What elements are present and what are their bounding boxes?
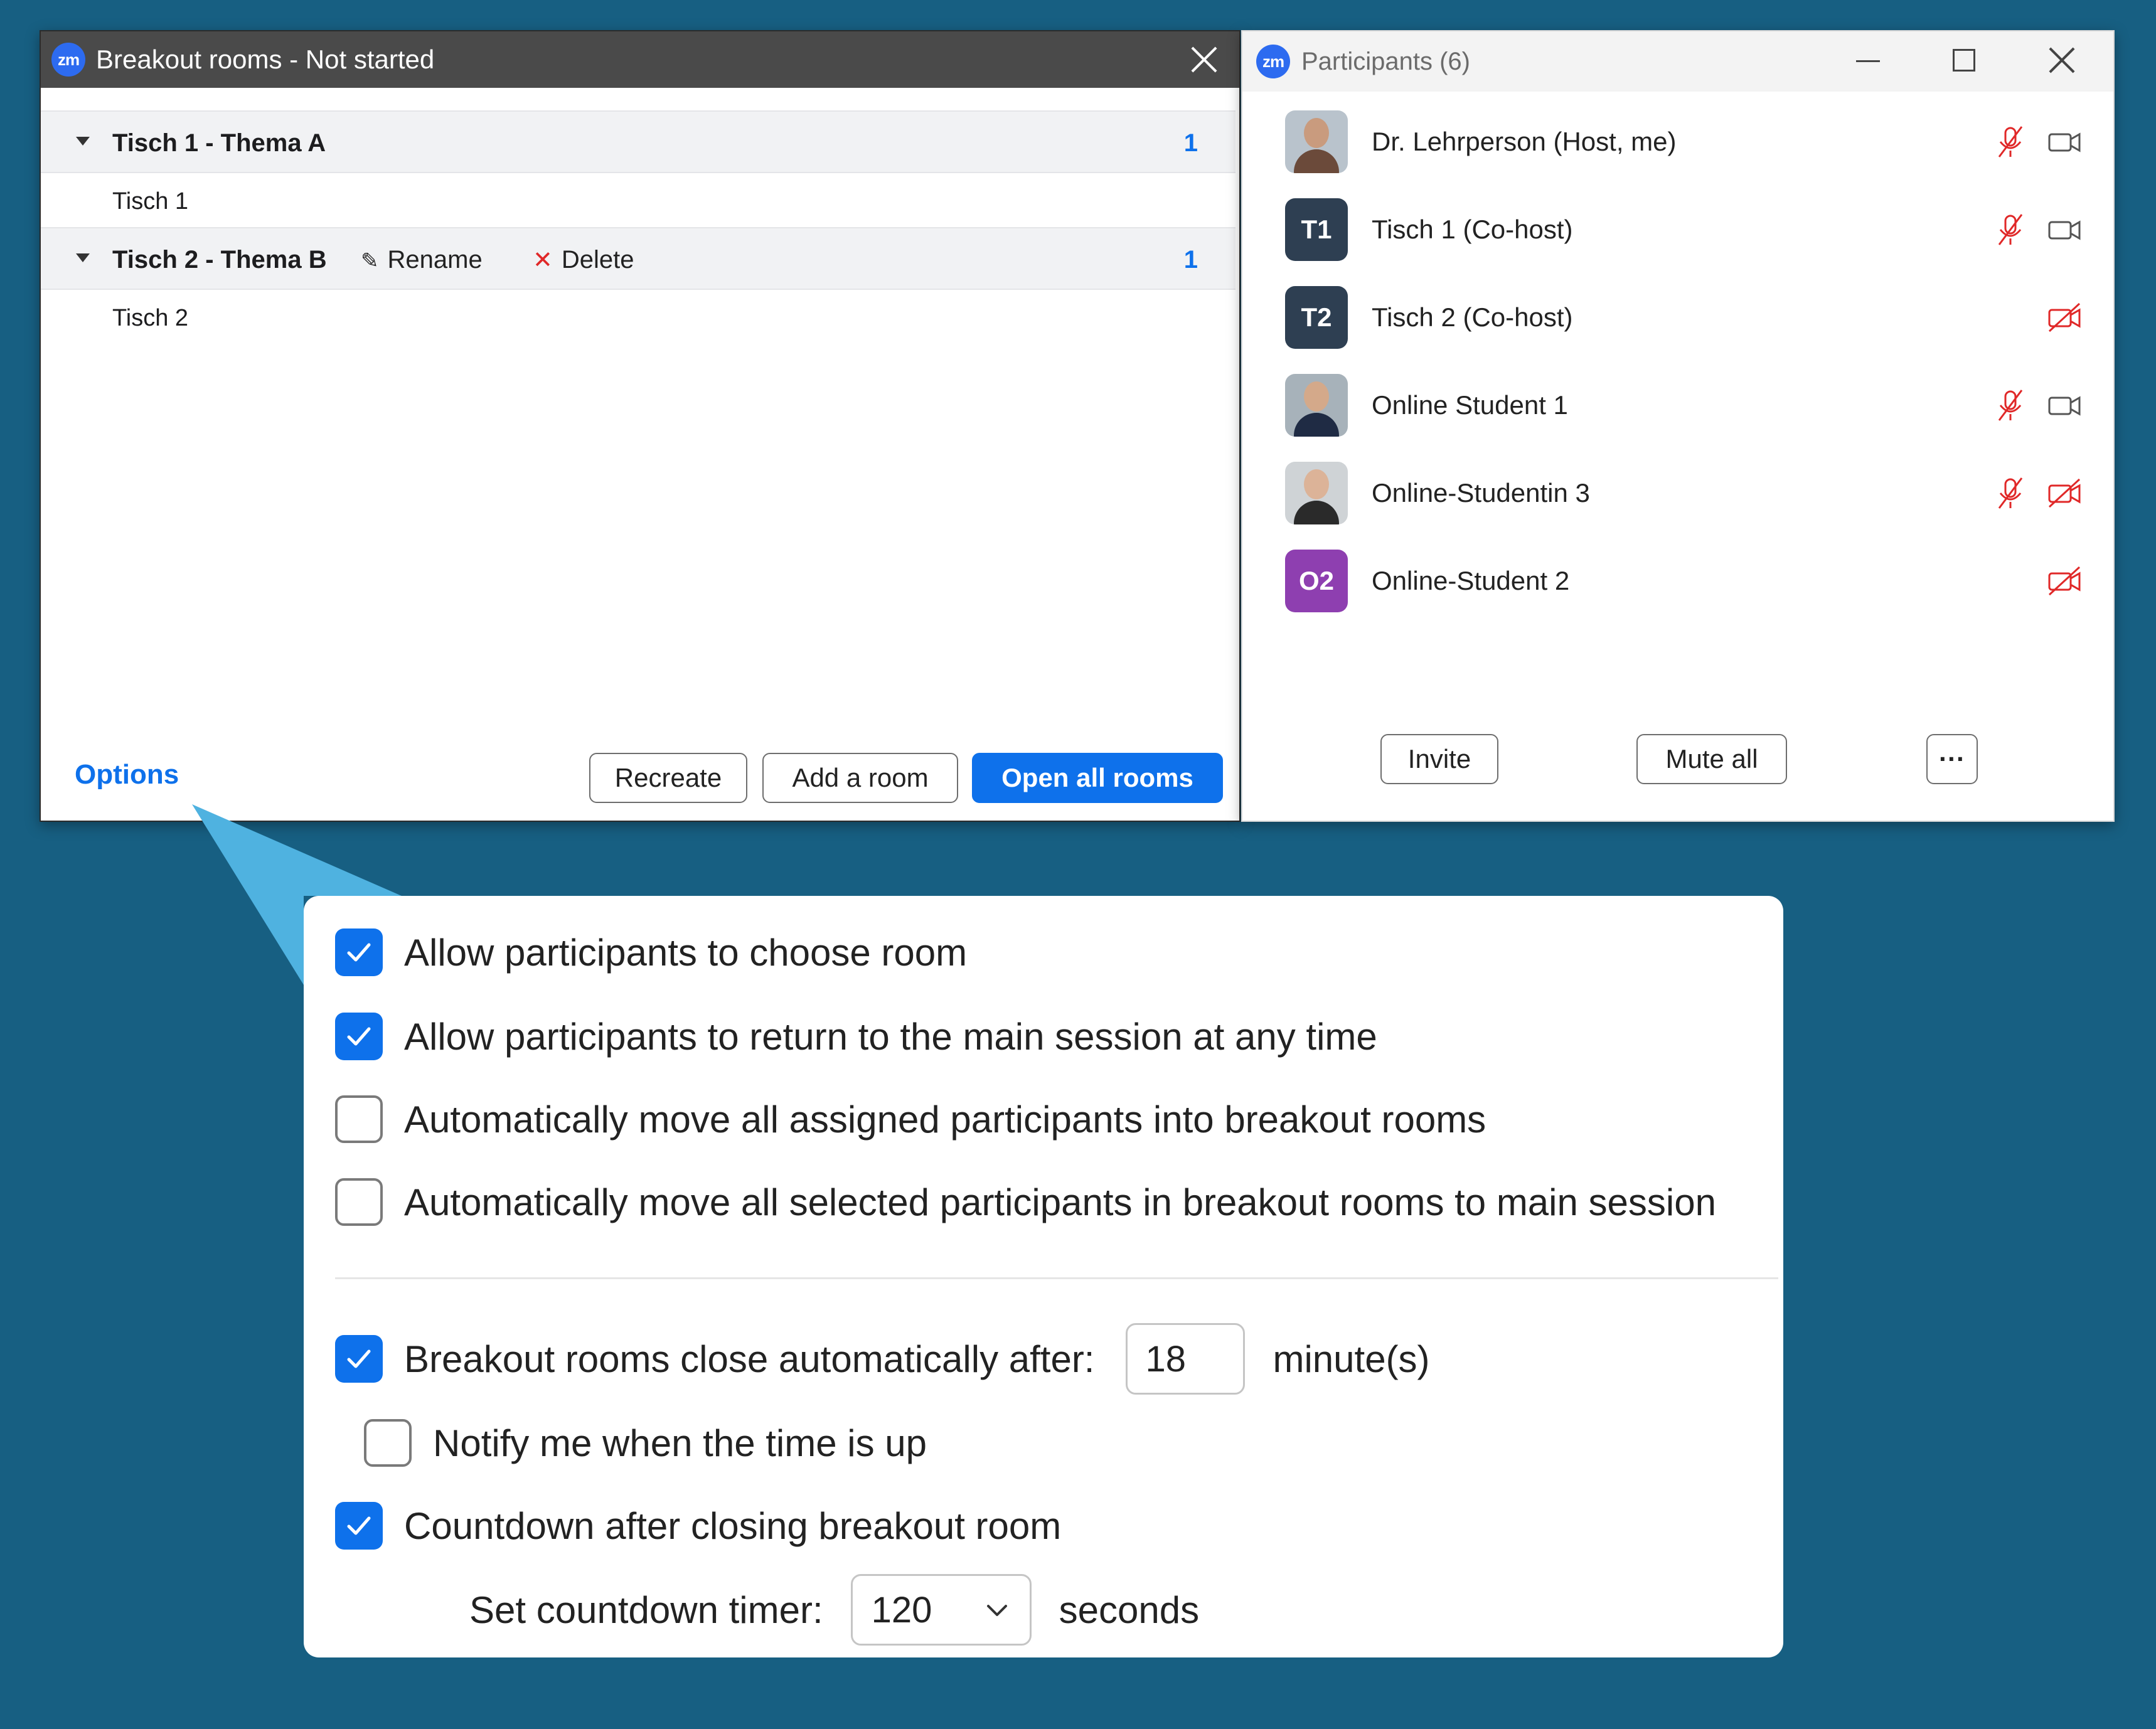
option-label: Countdown after closing breakout room bbox=[404, 1504, 1062, 1547]
checkmark-icon bbox=[347, 943, 371, 962]
checkbox-checked[interactable] bbox=[335, 1335, 383, 1383]
option-label: Set countdown timer: bbox=[469, 1588, 823, 1631]
checkbox-unchecked[interactable] bbox=[335, 1095, 383, 1143]
delete-room-button[interactable]: ✕ Delete bbox=[533, 228, 634, 291]
minimize-icon[interactable] bbox=[1856, 60, 1880, 62]
minutes-unit-label: minute(s) bbox=[1273, 1338, 1430, 1380]
room-participant-count: 1 bbox=[1183, 129, 1198, 157]
room-header-tisch-2[interactable]: Tisch 2 - Thema B ✎ Rename ✕ Delete 1 bbox=[41, 227, 1235, 290]
divider bbox=[335, 1277, 1778, 1279]
participant-row[interactable]: T2 Tisch 2 (Co-host) bbox=[1242, 280, 2113, 355]
maximize-icon[interactable] bbox=[1953, 49, 1975, 72]
close-icon[interactable] bbox=[2048, 46, 2076, 74]
room-header-tisch-1[interactable]: Tisch 1 - Thema A 1 bbox=[41, 110, 1235, 173]
participants-titlebar: zm Participants (6) bbox=[1242, 31, 2113, 92]
option-label: Allow participants to return to the main… bbox=[404, 1015, 1377, 1058]
mic-muted-icon[interactable] bbox=[1992, 211, 2029, 248]
participant-row[interactable]: Online Student 1 bbox=[1242, 368, 2113, 443]
checkbox-checked[interactable] bbox=[335, 1013, 383, 1060]
mic-muted-icon[interactable] bbox=[1992, 123, 2029, 161]
rename-label: Rename bbox=[387, 246, 483, 274]
seconds-unit-label: seconds bbox=[1059, 1588, 1200, 1631]
option-label: Automatically move all assigned particip… bbox=[404, 1098, 1486, 1141]
add-room-button[interactable]: Add a room bbox=[762, 753, 958, 803]
open-all-rooms-button[interactable]: Open all rooms bbox=[972, 753, 1223, 803]
participant-row[interactable]: O2 Online-Student 2 bbox=[1242, 543, 2113, 619]
checkmark-icon bbox=[347, 1027, 371, 1046]
camera-off-icon[interactable] bbox=[2046, 299, 2083, 336]
avatar bbox=[1285, 110, 1348, 173]
participant-row[interactable]: T1 Tisch 1 (Co-host) bbox=[1242, 192, 2113, 267]
mic-muted-icon[interactable] bbox=[1992, 386, 2029, 424]
option-allow-return[interactable]: Allow participants to return to the main… bbox=[335, 1005, 1377, 1068]
pencil-icon: ✎ bbox=[361, 249, 379, 273]
room-name: Tisch 2 - Thema B bbox=[112, 246, 327, 274]
camera-off-icon[interactable] bbox=[2046, 562, 2083, 600]
breakout-options-panel: Allow participants to choose room Allow … bbox=[304, 896, 1783, 1657]
delete-x-icon: ✕ bbox=[533, 247, 553, 274]
camera-off-icon[interactable] bbox=[2046, 474, 2083, 512]
option-auto-move-out[interactable]: Automatically move all selected particip… bbox=[335, 1171, 1716, 1233]
participant-name: Tisch 1 (Co-host) bbox=[1372, 215, 1573, 244]
participant-name: Online-Student 2 bbox=[1372, 566, 1570, 595]
zoom-logo-icon: zm bbox=[1256, 45, 1290, 78]
participants-window: zm Participants (6) Dr. Lehrperson (Host… bbox=[1241, 30, 2115, 822]
recreate-button[interactable]: Recreate bbox=[589, 753, 747, 803]
countdown-seconds-select[interactable]: 120 bbox=[850, 1574, 1032, 1646]
option-allow-choose-room[interactable]: Allow participants to choose room bbox=[335, 921, 967, 984]
option-label: Breakout rooms close automatically after… bbox=[404, 1338, 1095, 1380]
checkbox-checked[interactable] bbox=[335, 928, 383, 976]
avatar: T1 bbox=[1285, 198, 1348, 261]
option-countdown-timer: Set countdown timer: 120 seconds bbox=[469, 1574, 1200, 1646]
mic-muted-icon[interactable] bbox=[1992, 474, 2029, 512]
option-notify[interactable]: Notify me when the time is up bbox=[364, 1412, 927, 1474]
chevron-down-icon bbox=[986, 1605, 1007, 1616]
room-participant-count: 1 bbox=[1183, 246, 1198, 274]
breakout-titlebar: zm Breakout rooms - Not started bbox=[41, 31, 1239, 88]
option-label: Automatically move all selected particip… bbox=[404, 1181, 1716, 1223]
more-options-button[interactable]: ··· bbox=[1926, 734, 1978, 784]
breakout-window-title: Breakout rooms - Not started bbox=[96, 45, 435, 74]
checkbox-unchecked[interactable] bbox=[364, 1419, 412, 1467]
participant-row[interactable]: Dr. Lehrperson (Host, me) bbox=[1242, 104, 2113, 179]
option-label: Notify me when the time is up bbox=[433, 1422, 927, 1464]
room-member[interactable]: Tisch 1 bbox=[112, 174, 188, 228]
invite-button[interactable]: Invite bbox=[1380, 734, 1498, 784]
delete-label: Delete bbox=[561, 246, 634, 274]
avatar bbox=[1285, 462, 1348, 524]
camera-icon[interactable] bbox=[2046, 386, 2083, 424]
avatar bbox=[1285, 374, 1348, 437]
option-label: Allow participants to choose room bbox=[404, 931, 968, 974]
camera-icon[interactable] bbox=[2046, 123, 2083, 161]
close-icon[interactable] bbox=[1190, 46, 1218, 73]
participant-name: Online-Studentin 3 bbox=[1372, 478, 1590, 508]
options-link[interactable]: Options bbox=[75, 759, 179, 790]
select-value: 120 bbox=[871, 1589, 932, 1631]
participant-row[interactable]: Online-Studentin 3 bbox=[1242, 455, 2113, 531]
participant-name: Tisch 2 (Co-host) bbox=[1372, 302, 1573, 332]
participants-window-title: Participants (6) bbox=[1301, 48, 1470, 75]
camera-icon[interactable] bbox=[2046, 211, 2083, 248]
checkmark-icon bbox=[347, 1349, 371, 1368]
option-auto-close[interactable]: Breakout rooms close automatically after… bbox=[335, 1323, 1430, 1395]
avatar: O2 bbox=[1285, 550, 1348, 612]
checkbox-checked[interactable] bbox=[335, 1502, 383, 1550]
checkbox-unchecked[interactable] bbox=[335, 1178, 383, 1226]
breakout-rooms-window: zm Breakout rooms - Not started Tisch 1 … bbox=[40, 30, 1241, 822]
checkmark-icon bbox=[347, 1516, 371, 1535]
rename-room-button[interactable]: ✎ Rename bbox=[361, 228, 483, 291]
zoom-logo-icon: zm bbox=[51, 43, 85, 77]
option-countdown[interactable]: Countdown after closing breakout room bbox=[335, 1494, 1061, 1557]
mute-all-button[interactable]: Mute all bbox=[1636, 734, 1787, 784]
participant-name: Online Student 1 bbox=[1372, 390, 1568, 420]
participant-name: Dr. Lehrperson (Host, me) bbox=[1372, 127, 1677, 156]
room-name: Tisch 1 - Thema A bbox=[112, 129, 326, 157]
close-minutes-input[interactable]: 18 bbox=[1126, 1323, 1246, 1395]
chevron-down-icon[interactable] bbox=[76, 253, 90, 262]
option-auto-move-in[interactable]: Automatically move all assigned particip… bbox=[335, 1088, 1486, 1151]
avatar: T2 bbox=[1285, 286, 1348, 349]
chevron-down-icon[interactable] bbox=[76, 137, 90, 146]
room-member[interactable]: Tisch 2 bbox=[112, 291, 188, 345]
